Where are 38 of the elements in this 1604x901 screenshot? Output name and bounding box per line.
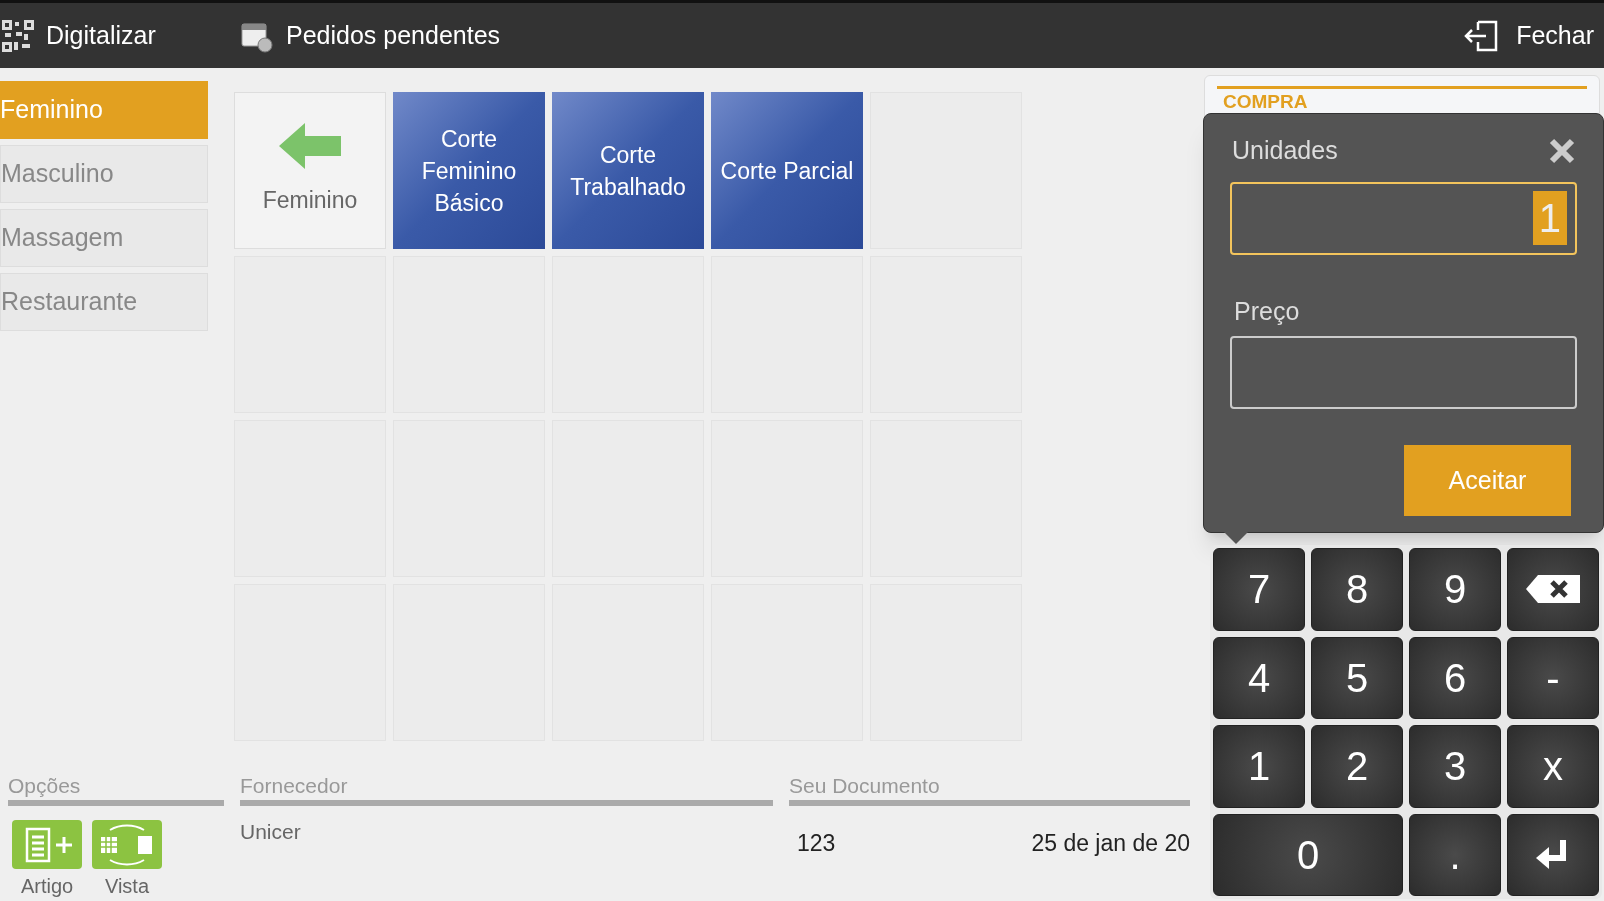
section-label: Fornecedor <box>240 773 349 798</box>
keypad-key[interactable]: - <box>1507 636 1599 719</box>
field-label: Unidades <box>1232 135 1338 166</box>
section-label: Opções <box>8 773 82 798</box>
keypad-key[interactable]: . <box>1409 813 1501 896</box>
left-arrow-icon <box>279 123 341 170</box>
backspace-key[interactable] <box>1507 548 1599 631</box>
keypad-key[interactable]: 5 <box>1311 636 1403 719</box>
keypad-key[interactable]: 4 <box>1213 636 1305 719</box>
document-date: 25 de jan de 20 <box>1031 829 1190 858</box>
keypad-key[interactable]: x <box>1507 725 1599 808</box>
enter-key[interactable] <box>1507 813 1599 896</box>
keypad-key[interactable]: 7 <box>1213 548 1305 631</box>
option-label: Artigo <box>20 874 74 899</box>
close-button[interactable]: Fechar <box>1516 16 1594 55</box>
scan-button[interactable]: Digitalizar <box>46 16 156 55</box>
keypad-key[interactable]: 2 <box>1311 725 1403 808</box>
option-label: Vista <box>104 874 150 899</box>
keypad-key[interactable]: 8 <box>1311 548 1403 631</box>
close-icon[interactable] <box>1549 137 1575 164</box>
product-tile[interactable]: Corte Trabalhado <box>552 92 704 249</box>
keypad-key[interactable]: 9 <box>1409 548 1501 631</box>
product-tile[interactable]: Corte Feminino Básico <box>393 92 545 249</box>
switch-view-icon[interactable] <box>92 820 162 869</box>
backspace-icon <box>1526 575 1580 604</box>
product-tile[interactable]: Corte Parcial <box>711 92 863 249</box>
keypad-key[interactable]: 1 <box>1213 725 1305 808</box>
back-tile[interactable]: Feminino <box>234 92 386 249</box>
price-field[interactable] <box>1230 336 1577 409</box>
keypad-key[interactable]: 0 <box>1213 813 1403 896</box>
card-title: COMPRA <box>1223 92 1309 111</box>
section-label: Seu Documento <box>789 773 941 798</box>
pending-orders-button[interactable]: Pedidos pendentes <box>286 16 501 55</box>
keypad-key[interactable]: 3 <box>1409 725 1501 808</box>
keypad-key[interactable]: 6 <box>1409 636 1501 719</box>
supplier-name: Unicer <box>240 819 302 845</box>
field-label: Preço <box>1234 295 1301 327</box>
document-number: 123 <box>797 829 836 858</box>
